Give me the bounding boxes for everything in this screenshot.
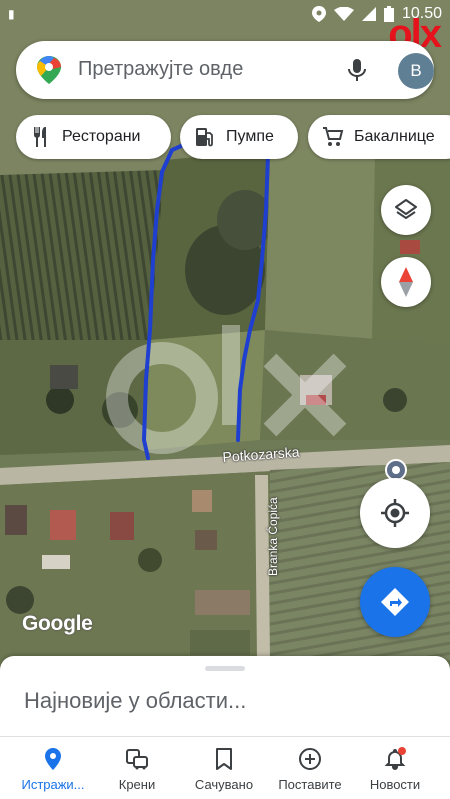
nav-label: Новости <box>369 777 421 792</box>
nav-explore[interactable]: Истражи... <box>10 737 96 799</box>
directions-button[interactable] <box>360 567 430 637</box>
nav-label: Поставите <box>278 777 342 792</box>
my-location-icon <box>381 499 409 527</box>
restaurant-icon <box>34 127 46 147</box>
sheet-title: Најновије у области... <box>24 688 247 713</box>
account-avatar[interactable]: B <box>398 53 434 89</box>
compass-icon <box>399 267 413 297</box>
nav-label: Сачувано <box>194 777 254 792</box>
nav-go[interactable]: Крени <box>94 737 180 799</box>
bottom-navigation: Истражи... Крени Сачувано Поставите Ново… <box>0 736 450 799</box>
signal-icon <box>361 7 376 21</box>
shopping-cart-icon <box>323 127 344 146</box>
sheet-drag-handle[interactable] <box>205 666 245 671</box>
chip-label: Бакалнице <box>354 128 435 145</box>
google-maps-pin-icon <box>37 56 61 84</box>
status-bar: ▮ 10.50 <box>0 0 450 30</box>
bookmark-icon <box>216 748 232 770</box>
location-icon <box>311 6 326 22</box>
nav-saved[interactable]: Сачувано <box>181 737 267 799</box>
nav-updates[interactable]: Новости <box>352 737 438 799</box>
notification-dot <box>398 747 406 755</box>
latest-in-area-sheet[interactable]: Најновије у области... <box>0 656 450 736</box>
layers-button[interactable] <box>381 185 431 235</box>
chip-restaurants[interactable]: Ресторани <box>16 115 171 159</box>
directions-icon <box>381 588 409 616</box>
nav-label: Крени <box>118 777 156 792</box>
nav-label: Истражи... <box>21 777 85 792</box>
gas-station-icon <box>196 128 213 147</box>
add-circle-icon <box>299 748 321 770</box>
chip-label: Ресторани <box>62 128 141 145</box>
nav-contribute[interactable]: Поставите <box>267 737 353 799</box>
commute-icon <box>126 749 148 770</box>
compass-button[interactable] <box>381 257 431 307</box>
bell-icon <box>384 747 406 771</box>
wifi-icon <box>333 7 354 21</box>
microphone-icon[interactable] <box>344 57 370 83</box>
notification-icon: ▮ <box>8 7 15 21</box>
chip-groceries[interactable]: Бакалнице <box>308 115 450 159</box>
layers-icon <box>395 199 417 219</box>
road-label-branka-copica: Branka Ćopića <box>266 497 280 576</box>
my-location-button[interactable] <box>360 478 430 548</box>
chip-gas-stations[interactable]: Пумпе <box>180 115 298 159</box>
explore-pin-icon <box>45 748 61 770</box>
search-bar[interactable]: Претражујте овде B <box>16 41 434 99</box>
google-attribution: Google <box>22 612 93 635</box>
chip-label: Пумпе <box>226 128 274 145</box>
search-input[interactable]: Претражујте овде <box>78 58 243 81</box>
